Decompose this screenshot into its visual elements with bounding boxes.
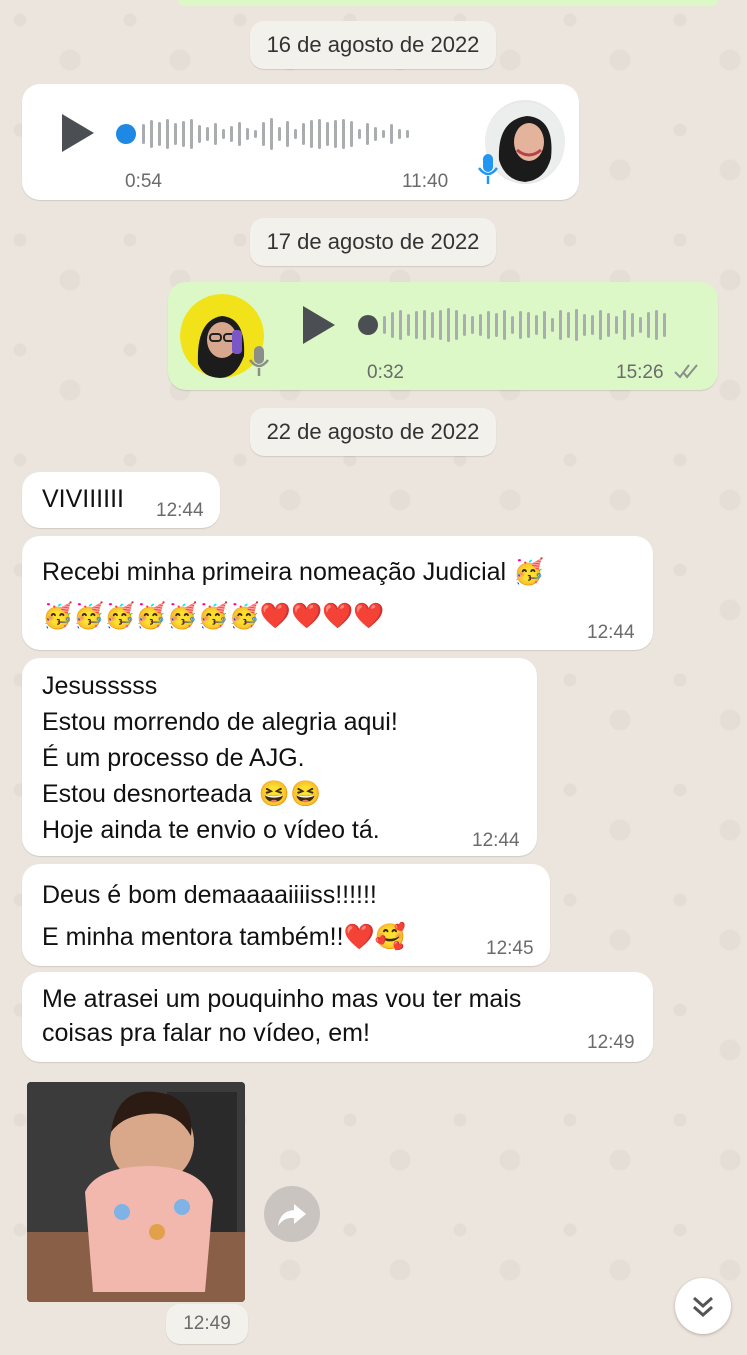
text-message[interactable]: Jesusssss Estou morrendo de alegria aqui…	[22, 658, 537, 856]
date-separator: 22 de agosto de 2022	[250, 408, 496, 456]
message-time: 12:49	[587, 1032, 635, 1053]
message-text: Me atrasei um pouquinho mas vou ter mais…	[42, 985, 522, 1047]
voice-duration: 0:54	[125, 171, 162, 192]
forward-icon	[278, 1204, 306, 1226]
message-text: Jesusssss Estou morrendo de alegria aqui…	[42, 672, 398, 844]
voice-message-incoming: 0:54 11:40	[22, 84, 579, 200]
message-time: 12:45	[486, 938, 534, 959]
voice-duration: 0:32	[367, 362, 404, 383]
message-text: Deus é bom demaaaaiiiiss!!!!!! E minha m…	[42, 881, 406, 951]
date-separator: 17 de agosto de 2022	[250, 218, 496, 266]
date-separator: 16 de agosto de 2022	[250, 21, 496, 69]
voice-message-outgoing: 0:32 15:26	[168, 282, 718, 390]
message-time: 12:44	[587, 622, 635, 643]
double-check-icon	[673, 362, 701, 385]
text-message[interactable]: VIVIIIIII 12:44	[22, 472, 220, 528]
microphone-icon	[248, 344, 270, 383]
previous-message-bubble[interactable]	[178, 0, 718, 6]
forward-button[interactable]	[264, 1186, 320, 1242]
message-time: 15:26	[616, 362, 664, 383]
message-text: VIVIIIIII	[42, 485, 124, 513]
text-message[interactable]: Recebi minha primeira nomeação Judicial …	[22, 536, 653, 650]
chevron-double-down-icon	[693, 1296, 713, 1318]
audio-progress-handle[interactable]	[116, 124, 136, 144]
text-message[interactable]: Me atrasei um pouquinho mas vou ter mais…	[22, 972, 653, 1062]
play-button[interactable]	[303, 306, 335, 344]
audio-waveform[interactable]	[142, 116, 409, 152]
message-time: 12:44	[156, 500, 204, 521]
play-button[interactable]	[62, 114, 94, 152]
audio-waveform[interactable]	[383, 306, 666, 344]
play-icon	[62, 114, 94, 152]
message-text: Recebi minha primeira nomeação Judicial …	[42, 558, 545, 630]
microphone-icon	[477, 152, 499, 191]
text-message[interactable]: Deus é bom demaaaaiiiiss!!!!!! E minha m…	[22, 864, 550, 966]
video-time-chip: 12:49	[166, 1304, 248, 1344]
message-time: 11:40	[402, 171, 449, 192]
audio-progress-handle[interactable]	[358, 315, 378, 335]
scroll-to-bottom-button[interactable]	[675, 1278, 731, 1334]
video-thumbnail[interactable]	[27, 1082, 245, 1302]
message-time: 12:44	[472, 830, 520, 851]
play-icon	[303, 306, 335, 344]
